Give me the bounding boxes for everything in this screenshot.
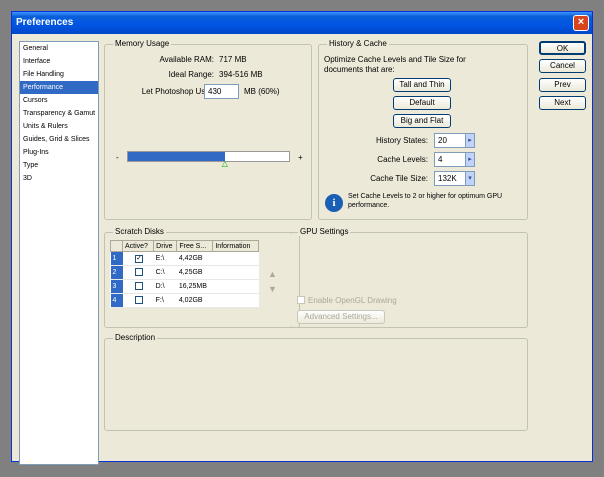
history-states-stepper[interactable]: ▸ bbox=[465, 133, 475, 148]
window-title: Preferences bbox=[16, 17, 74, 28]
cache-tile-size-select[interactable]: 132K bbox=[434, 171, 466, 186]
nav-item-units-rulers[interactable]: Units & Rulers bbox=[20, 120, 98, 133]
nav-item-guides-grid-slices[interactable]: Guides, Grid & Slices bbox=[20, 133, 98, 146]
nav-item-interface[interactable]: Interface bbox=[20, 55, 98, 68]
info-cell bbox=[212, 279, 259, 294]
table-row[interactable]: 4 F:\ 4,02GB bbox=[110, 293, 259, 308]
photoshop-use-label: Let Photoshop Use: bbox=[141, 87, 212, 96]
active-checkbox[interactable] bbox=[135, 295, 144, 304]
nav-item-plug-ins[interactable]: Plug-Ins bbox=[20, 146, 98, 159]
move-up-icon[interactable]: ▲ bbox=[268, 269, 277, 279]
table-row[interactable]: 2 C:\ 4,25GB bbox=[110, 265, 259, 280]
optimize-text: Optimize Cache Levels and Tile Size for … bbox=[324, 55, 466, 74]
move-down-icon[interactable]: ▼ bbox=[268, 284, 277, 294]
nav-item-file-handling[interactable]: File Handling bbox=[20, 68, 98, 81]
next-button[interactable]: Next bbox=[539, 96, 586, 110]
history-states-input[interactable]: 20 bbox=[434, 133, 466, 148]
memory-usage-title: Memory Usage bbox=[113, 39, 172, 48]
drive-cell: F:\ bbox=[153, 293, 177, 308]
slider-max-label: + bbox=[298, 153, 303, 162]
table-row[interactable]: 1 ✓ E:\ 4,42GB bbox=[110, 251, 259, 266]
category-list: General Interface File Handling Performance… bbox=[19, 41, 99, 465]
nav-item-general[interactable]: General bbox=[20, 42, 98, 55]
prev-button[interactable]: Prev bbox=[539, 78, 586, 92]
free-cell: 4,25GB bbox=[176, 265, 213, 280]
column-header[interactable]: Drive bbox=[153, 240, 178, 252]
nav-item-cursors[interactable]: Cursors bbox=[20, 94, 98, 107]
column-header[interactable]: Free S... bbox=[176, 240, 214, 252]
nav-item-3d[interactable]: 3D bbox=[20, 172, 98, 185]
scratch-disks-table: Active? Drive Free S... Information 1 ✓ E:\ 4,… bbox=[110, 240, 259, 308]
slider-min-label: - bbox=[116, 153, 119, 162]
default-button[interactable]: Default bbox=[393, 96, 451, 110]
available-ram-value: 717 MB bbox=[219, 55, 247, 64]
gpu-info-text: Set Cache Levels to 2 or higher for opti… bbox=[348, 193, 503, 209]
memory-slider-thumb[interactable]: △ bbox=[222, 159, 228, 168]
gpu-settings-title: GPU Settings bbox=[298, 227, 351, 236]
row-index: 1 bbox=[110, 251, 123, 266]
close-button[interactable]: × bbox=[573, 15, 589, 31]
ok-button[interactable]: OK bbox=[539, 41, 586, 55]
info-cell bbox=[212, 265, 259, 280]
active-cell bbox=[122, 293, 154, 308]
available-ram-label: Available RAM: bbox=[159, 55, 214, 64]
photoshop-use-input[interactable]: 430 bbox=[204, 84, 239, 99]
ideal-range-label: Ideal Range: bbox=[168, 70, 214, 79]
opengl-label: Enable OpenGL Drawing bbox=[308, 296, 397, 305]
cache-levels-label: Cache Levels: bbox=[377, 155, 428, 164]
free-cell: 4,42GB bbox=[176, 251, 213, 266]
history-states-label: History States: bbox=[375, 136, 428, 145]
description-group: Description bbox=[104, 333, 528, 431]
preferences-window: Preferences × General Interface File Handl… bbox=[11, 11, 593, 465]
active-checkbox[interactable]: ✓ bbox=[135, 254, 144, 263]
cache-tile-size-dropdown[interactable]: ▾ bbox=[465, 171, 475, 186]
row-index: 4 bbox=[110, 293, 123, 308]
description-title: Description bbox=[113, 333, 158, 342]
drive-cell: E:\ bbox=[153, 251, 177, 266]
nav-item-performance[interactable]: Performance bbox=[20, 81, 98, 94]
drive-cell: D:\ bbox=[153, 279, 177, 294]
ideal-range-value: 394-516 MB bbox=[219, 70, 263, 79]
free-cell: 4,02GB bbox=[176, 293, 213, 308]
tall-and-thin-button[interactable]: Tall and Thin bbox=[393, 78, 451, 92]
cache-tile-size-label: Cache Tile Size: bbox=[370, 174, 428, 183]
cache-levels-input[interactable]: 4 bbox=[434, 152, 466, 167]
table-row[interactable]: 3 D:\ 16,25MB bbox=[110, 279, 259, 294]
advanced-settings-button[interactable]: Advanced Settings... bbox=[297, 310, 385, 324]
drive-cell: C:\ bbox=[153, 265, 177, 280]
memory-slider-track[interactable] bbox=[127, 151, 290, 162]
cancel-button[interactable]: Cancel bbox=[539, 59, 586, 73]
active-checkbox[interactable] bbox=[135, 267, 144, 276]
history-cache-title: History & Cache bbox=[327, 39, 389, 48]
active-cell: ✓ bbox=[122, 251, 154, 266]
memory-slider-fill bbox=[128, 152, 225, 161]
title-bar: Preferences × bbox=[12, 12, 592, 34]
column-header[interactable]: Active? bbox=[121, 240, 155, 252]
active-cell bbox=[122, 265, 154, 280]
nav-item-transparency-gamut[interactable]: Transparency & Gamut bbox=[20, 107, 98, 120]
info-icon: i bbox=[325, 194, 343, 212]
active-cell bbox=[122, 279, 154, 294]
info-cell bbox=[212, 251, 259, 266]
info-cell bbox=[212, 293, 259, 308]
scratch-disks-title: Scratch Disks bbox=[113, 227, 166, 236]
row-index: 3 bbox=[110, 279, 123, 294]
photoshop-use-unit: MB (60%) bbox=[244, 87, 280, 96]
column-header[interactable]: Information bbox=[212, 240, 259, 252]
cache-levels-stepper[interactable]: ▸ bbox=[465, 152, 475, 167]
row-index: 2 bbox=[110, 265, 123, 280]
active-checkbox[interactable] bbox=[135, 281, 144, 290]
column-header-index bbox=[110, 240, 123, 252]
big-and-flat-button[interactable]: Big and Flat bbox=[393, 114, 451, 128]
opengl-checkbox[interactable] bbox=[297, 296, 305, 304]
nav-item-type[interactable]: Type bbox=[20, 159, 98, 172]
free-cell: 16,25MB bbox=[176, 279, 213, 294]
